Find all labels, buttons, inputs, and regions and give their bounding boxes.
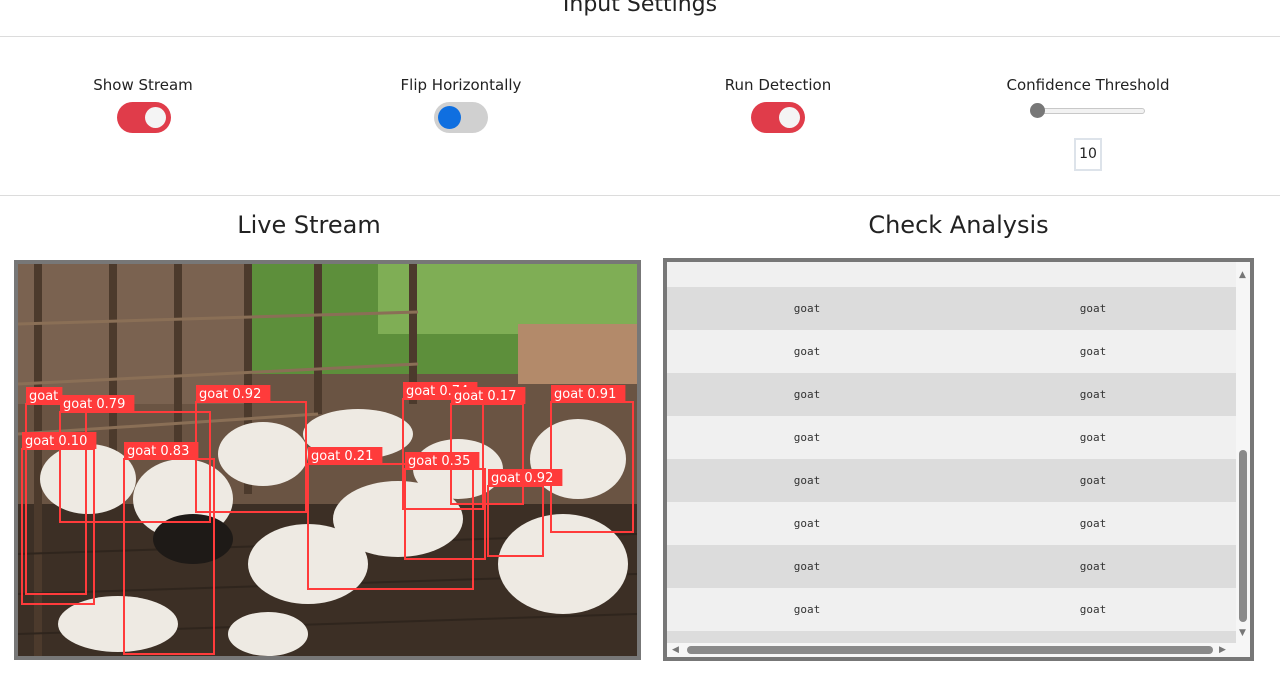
show-stream-control: Show Stream — [13, 76, 273, 133]
scroll-right-icon[interactable]: ▶ — [1219, 645, 1226, 655]
detection-label: goat 0.10 — [25, 434, 87, 449]
page-title: Input Settings — [562, 0, 718, 17]
detection-label: goat 0.92 — [199, 387, 261, 402]
confidence-slider-thumb[interactable] — [1030, 103, 1045, 118]
run-detection-control: Run Detection — [648, 76, 908, 133]
table-row: goat goat — [667, 459, 1236, 502]
show-stream-label: Show Stream — [93, 76, 193, 94]
row-cell-left: goat — [793, 431, 821, 444]
row-cell-left: goat — [793, 388, 821, 401]
table-row: goat goat — [667, 330, 1236, 373]
controls-divider — [0, 195, 1280, 196]
detection-label: goat 0.21 — [311, 449, 373, 464]
detection-label: goat 0.92 — [491, 471, 553, 486]
row-cell-right: goat — [1079, 431, 1107, 444]
detection-label: goat 0.83 — [127, 444, 189, 459]
scroll-left-icon[interactable]: ◀ — [672, 645, 679, 655]
flip-horizontally-label: Flip Horizontally — [400, 76, 522, 94]
confidence-threshold-label: Confidence Threshold — [1006, 76, 1170, 94]
show-stream-toggle[interactable] — [117, 102, 171, 133]
run-detection-label: Run Detection — [724, 76, 832, 94]
row-cell-right: goat — [1079, 302, 1107, 315]
live-stream-title: Live Stream — [237, 211, 381, 239]
table-row — [667, 262, 1236, 287]
flip-horizontally-control: Flip Horizontally — [331, 76, 591, 133]
row-cell-left: goat — [793, 345, 821, 358]
detection-label: goat — [29, 389, 58, 404]
horizontal-scrollbar[interactable]: ◀ ▶ — [667, 643, 1250, 657]
row-cell-right: goat — [1079, 517, 1107, 530]
scroll-up-icon[interactable]: ▲ — [1239, 270, 1246, 280]
toggle-knob — [779, 107, 800, 128]
row-cell-left: goat — [793, 517, 821, 530]
table-row: goat goat — [667, 545, 1236, 588]
row-cell-left: goat — [793, 603, 821, 616]
scroll-down-icon[interactable]: ▼ — [1239, 628, 1246, 638]
row-cell-right: goat — [1079, 388, 1107, 401]
run-detection-toggle[interactable] — [751, 102, 805, 133]
live-stream-image: goatgoat 0.79goat 0.92 goat 0.74goat 0.17… — [18, 264, 637, 656]
toggle-knob — [438, 106, 461, 129]
confidence-threshold-input[interactable]: 10 — [1074, 138, 1102, 171]
row-cell-left: goat — [793, 474, 821, 487]
row-cell-right: goat — [1079, 560, 1107, 573]
header-divider — [0, 36, 1280, 37]
table-row: goat goat — [667, 588, 1236, 631]
check-analysis-panel: goat goat goat goat goat goat goat goat goat goat… — [663, 258, 1254, 661]
row-cell-left: goat — [793, 560, 821, 573]
table-row: goatgoat — [667, 631, 1236, 643]
check-analysis-title: Check Analysis — [868, 211, 1049, 239]
confidence-threshold-slider[interactable] — [1032, 108, 1145, 114]
detection-label: goat 0.91 — [554, 387, 616, 402]
table-row: goat goat — [667, 502, 1236, 545]
table-row: goat goat — [667, 416, 1236, 459]
analysis-table: goat goat goat goat goat goat goat goat goat goat… — [667, 262, 1236, 643]
table-row: goat goat — [667, 287, 1236, 330]
detection-label: goat 0.17 — [454, 389, 516, 404]
vertical-scroll-thumb[interactable] — [1239, 450, 1247, 622]
table-row: goat goat — [667, 373, 1236, 416]
row-cell-left: goat — [793, 302, 821, 315]
flip-horizontally-toggle[interactable] — [434, 102, 488, 133]
row-cell-right: goat — [1079, 474, 1107, 487]
toggle-knob — [145, 107, 166, 128]
confidence-threshold-control: Confidence Threshold — [958, 76, 1218, 94]
row-cell-right: goat — [1079, 603, 1107, 616]
vertical-scrollbar[interactable]: ▲ ▼ — [1236, 262, 1250, 643]
live-stream-view: goat goat 0.79 goat 0.92 goat 0.74 goat 0.17… — [14, 260, 641, 660]
detection-label: goat 0.35 — [408, 454, 470, 469]
horizontal-scroll-thumb[interactable] — [687, 646, 1213, 654]
row-cell-right: goat — [1079, 345, 1107, 358]
detection-label: goat 0.79 — [63, 397, 125, 412]
